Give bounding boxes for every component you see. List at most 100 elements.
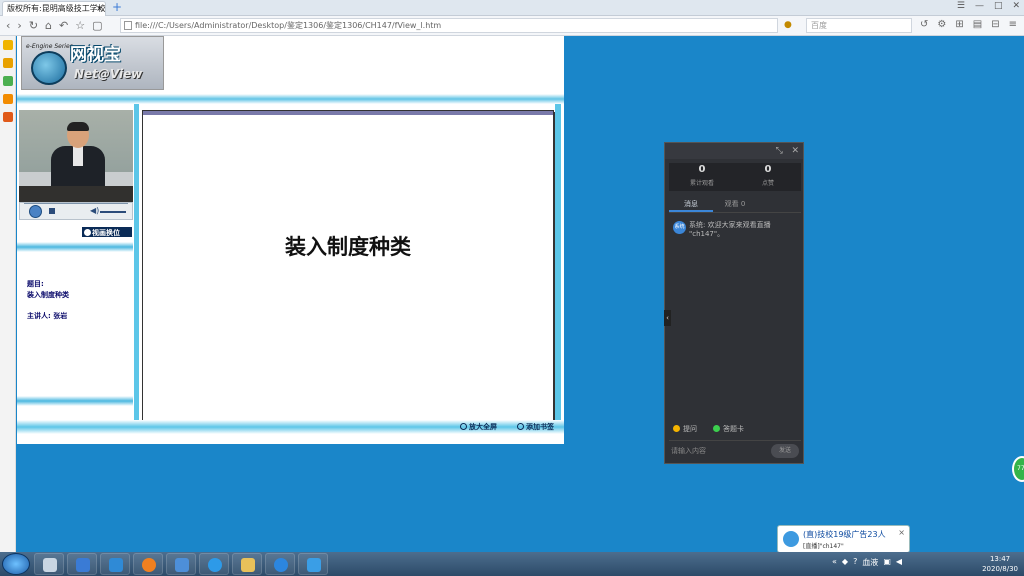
taskbar-firefox[interactable] (133, 553, 163, 575)
stop-icon[interactable] (49, 208, 55, 214)
live-icon (274, 558, 288, 572)
tray-shield-icon[interactable]: ◆ (842, 557, 848, 568)
menu-icon[interactable]: ☰ (957, 1, 965, 11)
bookmark-icon (517, 423, 524, 430)
window-controls: ☰ — □ ✕ (957, 1, 1020, 11)
switch-icon (84, 229, 91, 236)
taskbar-notepad[interactable] (34, 553, 64, 575)
menu-more-icon[interactable]: ≡ (1009, 19, 1017, 30)
globe-icon (31, 51, 67, 85)
search-engine-icon[interactable]: ● (784, 20, 792, 30)
home-icon[interactable]: ⌂ (45, 19, 52, 32)
file-icon (124, 21, 132, 30)
floating-widget[interactable]: 77k (1012, 456, 1024, 482)
volume-slider[interactable] (100, 211, 126, 213)
left-column: ◀) 视画换位 题目: 装入制度种类 主讲人: 张岩 (17, 106, 133, 416)
tray-volume-icon[interactable]: ◀ (896, 557, 902, 568)
favorite-icon[interactable]: ☆ (75, 19, 85, 32)
apps-icon[interactable]: ⊞ (955, 19, 963, 30)
tab-viewers[interactable]: 观看 0 (713, 197, 757, 212)
chat-input[interactable]: 请输入内容 发送 (669, 440, 801, 460)
ask-label: 提问 (683, 425, 697, 433)
tray-help-icon[interactable]: ? (853, 557, 857, 568)
slide-panel: 装入制度种类 (142, 110, 554, 422)
note-icon[interactable] (3, 58, 13, 68)
new-tab-button[interactable]: + (112, 0, 122, 15)
tab-close-icon[interactable]: × (96, 2, 103, 16)
fullscreen-icon (460, 423, 467, 430)
send-button[interactable]: 发送 (771, 444, 799, 458)
likes-label: 点赞 (761, 180, 774, 187)
bookmark-button[interactable]: 添加书签 (517, 422, 554, 432)
fullscreen-button[interactable]: 放大全屏 (460, 422, 497, 432)
settings-icon[interactable]: ⚙ (937, 19, 946, 30)
taskbar-clock[interactable]: 13:47 2020/8/30 (982, 554, 1018, 574)
reader-icon[interactable]: ▤ (973, 19, 982, 30)
expand-icon[interactable]: ⤡ (776, 146, 783, 156)
notification-close-icon[interactable]: × (898, 528, 905, 537)
volume-icon[interactable]: ◀) (90, 206, 99, 215)
taskbar-explorer[interactable] (232, 553, 262, 575)
taskbar-camera[interactable] (298, 553, 328, 575)
feather-icon (175, 558, 189, 572)
tray-text[interactable]: 血液 (862, 557, 878, 568)
left-band (17, 242, 133, 252)
notification-popup[interactable]: (直)技校19级广告23人 [直播]"ch147" × (777, 525, 910, 553)
lecturer-shirt (73, 146, 83, 166)
forward-icon[interactable]: › (17, 19, 21, 32)
page-icon[interactable]: ▢ (92, 19, 102, 32)
taskbar-qq[interactable] (199, 553, 229, 575)
close-window-icon[interactable]: ✕ (1012, 1, 1020, 11)
taskbar-feather[interactable] (166, 553, 196, 575)
views-label: 累计观看 (689, 180, 714, 187)
notification-title: (直)技校19级广告23人 (803, 530, 886, 539)
screenshot-icon[interactable]: ⊟ (991, 19, 999, 30)
taskbar-monitor[interactable] (100, 553, 130, 575)
maximize-icon[interactable]: □ (994, 1, 1003, 11)
back-icon[interactable]: ‹ (6, 19, 10, 32)
chat-header: ⤡ ✕ (665, 143, 803, 159)
undo-icon[interactable]: ↶ (59, 19, 68, 32)
browser-sidebar (0, 36, 16, 552)
player-controls: ◀) (19, 202, 133, 220)
notification-icon (783, 531, 799, 547)
tray-network-icon[interactable]: ▣ (883, 557, 891, 568)
windows-taskbar: « ◆ ? 血液 ▣ ◀ 13:47 2020/8/30 (0, 552, 1024, 576)
start-button[interactable] (2, 553, 30, 575)
chat-icon[interactable] (3, 76, 13, 86)
search-input[interactable]: 百度 (806, 18, 912, 33)
course-page: e-Engine Series 网视宝 Net@View ◀) 视画换位 题目:… (17, 36, 564, 444)
speaker-label: 主讲人: (27, 312, 51, 320)
taskbar-calculator[interactable] (67, 553, 97, 575)
collapse-icon[interactable]: ‹ (664, 310, 671, 326)
history-icon[interactable]: ↺ (920, 19, 928, 30)
answer-label: 答题卡 (723, 425, 744, 433)
chat-message: 系统 系统: 欢迎大家来观看直播 "ch147"。 (673, 221, 799, 239)
star-icon[interactable] (3, 40, 13, 50)
video-player[interactable] (19, 110, 133, 202)
logo-series: e-Engine Series (26, 43, 73, 50)
message-text: 系统: 欢迎大家来观看直播 "ch147"。 (689, 221, 771, 238)
logo-cn: 网视宝 (70, 45, 121, 65)
progress-bar[interactable] (24, 203, 128, 204)
history-icon[interactable] (3, 112, 13, 122)
browser-tab[interactable]: 版权所有:昆明高级技工学校(C × (2, 1, 106, 16)
tab-messages[interactable]: 消息 (669, 197, 713, 212)
stat-views: 0 累计观看 (669, 163, 735, 191)
tray-chevron-icon[interactable]: « (832, 557, 837, 568)
minimize-icon[interactable]: — (975, 1, 984, 11)
taskbar-live[interactable] (265, 553, 295, 575)
address-bar[interactable]: file:///C:/Users/Administrator/Desktop/鉴… (120, 18, 778, 33)
answer-card-button[interactable]: 答题卡 (713, 424, 744, 434)
slide-heading: 装入制度种类 (285, 235, 411, 259)
ask-question-button[interactable]: 提问 (673, 424, 697, 434)
notepad-icon (43, 558, 57, 572)
play-icon[interactable] (29, 205, 42, 218)
switch-view-button[interactable]: 视画换位 (81, 226, 133, 238)
close-icon[interactable]: ✕ (791, 146, 799, 156)
system-avatar: 系统 (673, 221, 686, 234)
rss-icon[interactable] (3, 94, 13, 104)
tab-title: 版权所有:昆明高级技工学校(C (7, 4, 106, 13)
chat-options: 提问 答题卡 (673, 424, 744, 434)
refresh-icon[interactable]: ↻ (29, 19, 38, 32)
